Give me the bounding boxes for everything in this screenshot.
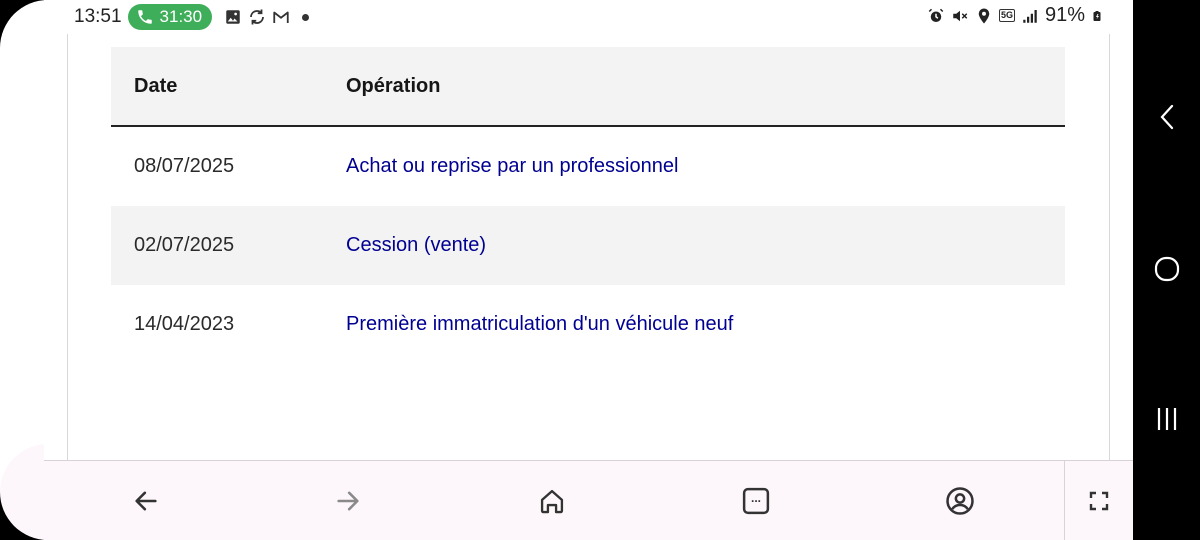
status-bar: 13:51 31:30 5G 91%: [44, 0, 1133, 34]
nav-home-button[interactable]: [1151, 253, 1183, 285]
notification-dot-icon: [302, 13, 310, 21]
nav-recents-button[interactable]: [1151, 403, 1183, 435]
mute-icon: [953, 10, 968, 21]
back-arrow-icon: [135, 491, 157, 511]
screen-corner: [0, 0, 96, 96]
table-header: Date Opération: [111, 47, 1065, 127]
fullscreen-icon: [1089, 491, 1109, 511]
profile-icon: [946, 487, 974, 515]
tabs-button[interactable]: ...: [740, 485, 772, 517]
home-button[interactable]: [536, 485, 568, 517]
table-row: 08/07/2025 Achat ou reprise par un profe…: [111, 127, 1065, 206]
card-border-left: [67, 34, 68, 460]
battery-level: 91%: [1044, 4, 1085, 26]
table-row: 14/04/2023 Première immatriculation d'un…: [111, 285, 1065, 364]
alarm-icon: [928, 8, 944, 22]
row-date: 14/04/2023: [134, 313, 235, 335]
fullscreen-button[interactable]: [1083, 485, 1115, 517]
back-icon: [1160, 104, 1174, 130]
table-row: 02/07/2025 Cession (vente): [111, 206, 1065, 285]
nav-back-button[interactable]: [1151, 101, 1183, 133]
forward-arrow-icon: [337, 491, 359, 511]
battery-icon: [1093, 10, 1101, 21]
recents-icon: [1157, 408, 1177, 430]
back-button[interactable]: [130, 485, 162, 517]
android-navbar: [1133, 0, 1200, 540]
signal-icon: [1023, 9, 1037, 23]
home-circle-icon: [1154, 256, 1180, 282]
status-right: 5G 91%: [927, 4, 1103, 27]
notification-icons: [224, 8, 310, 26]
status-time: 13:51: [74, 6, 122, 27]
tabs-label: ...: [750, 491, 761, 505]
gmail-icon: [273, 11, 289, 23]
row-date: 02/07/2025: [134, 234, 235, 256]
row-operation: Achat ou reprise par un professionnel: [346, 155, 679, 177]
row-operation: Première immatriculation d'un véhicule n…: [346, 313, 734, 335]
row-operation: Cession (vente): [346, 234, 487, 256]
card-border-right: [1109, 34, 1110, 460]
status-left: 13:51 31:30: [74, 4, 310, 30]
location-icon: [978, 8, 990, 23]
header-date: Date: [134, 74, 178, 97]
browser-toolbar: ...: [44, 460, 1133, 540]
history-table: Date Opération 08/07/2025 Achat ou repri…: [111, 47, 1065, 364]
web-content[interactable]: Date Opération 08/07/2025 Achat ou repri…: [44, 34, 1133, 460]
toolbar-divider: [1064, 461, 1065, 540]
forward-button[interactable]: [332, 485, 364, 517]
profile-button[interactable]: [944, 485, 976, 517]
phone-icon: [137, 10, 152, 24]
5g-icon: 5G: [998, 9, 1015, 22]
gallery-icon: [226, 10, 240, 24]
header-operation: Opération: [346, 74, 441, 97]
screen-corner: [0, 444, 96, 540]
call-timer: 31:30: [159, 7, 203, 26]
row-date: 08/07/2025: [134, 155, 235, 177]
home-icon: [540, 489, 564, 514]
call-timer-pill[interactable]: 31:30: [127, 4, 213, 30]
sync-icon: [250, 9, 264, 25]
